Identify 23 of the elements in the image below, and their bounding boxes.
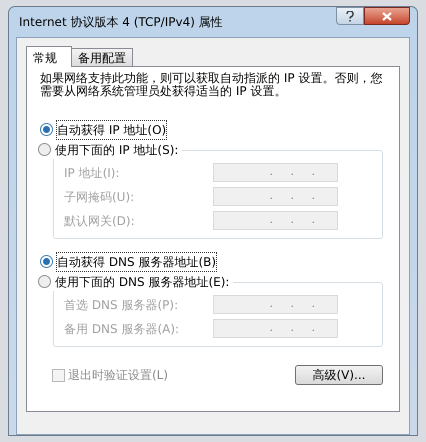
radio-label: 使用下面的 DNS 服务器地址(E):	[55, 274, 230, 290]
radio-button[interactable]	[38, 143, 51, 156]
field-label: 首选 DNS 服务器(P):	[64, 296, 178, 314]
field-label: 子网掩码(U):	[64, 188, 134, 206]
close-button[interactable]	[364, 7, 410, 25]
window-title: Internet 协议版本 4 (TCP/IPv4) 属性	[18, 14, 223, 31]
field-label: IP 地址(I):	[64, 164, 120, 182]
close-icon	[382, 12, 392, 20]
radio-label: 使用下面的 IP 地址(S):	[55, 142, 178, 158]
description-text: 如果网络支持此功能，则可以获取自动指派的 IP 设置。否则，您需要从网络系统管理员处获得适当的 IP 设置。	[40, 72, 384, 98]
tab[interactable]: 常规	[26, 46, 72, 67]
help-button[interactable]	[336, 7, 364, 25]
radio-label: 自动获得 DNS 服务器地址(B)	[57, 252, 216, 270]
radio-button[interactable]	[40, 123, 53, 136]
radio-label: 自动获得 IP 地址(O)	[57, 120, 166, 138]
tab[interactable]: 备用配置	[71, 48, 133, 66]
checkbox-label: 退出时验证设置(L)	[68, 367, 168, 384]
question-mark-icon	[346, 10, 354, 22]
advanced-button[interactable]: 高级(V)...	[295, 365, 383, 385]
field-label: 备用 DNS 服务器(A):	[64, 320, 180, 338]
radio-button[interactable]	[40, 255, 53, 268]
field-label: 默认网关(D):	[64, 212, 135, 230]
radio-button[interactable]	[38, 275, 51, 288]
